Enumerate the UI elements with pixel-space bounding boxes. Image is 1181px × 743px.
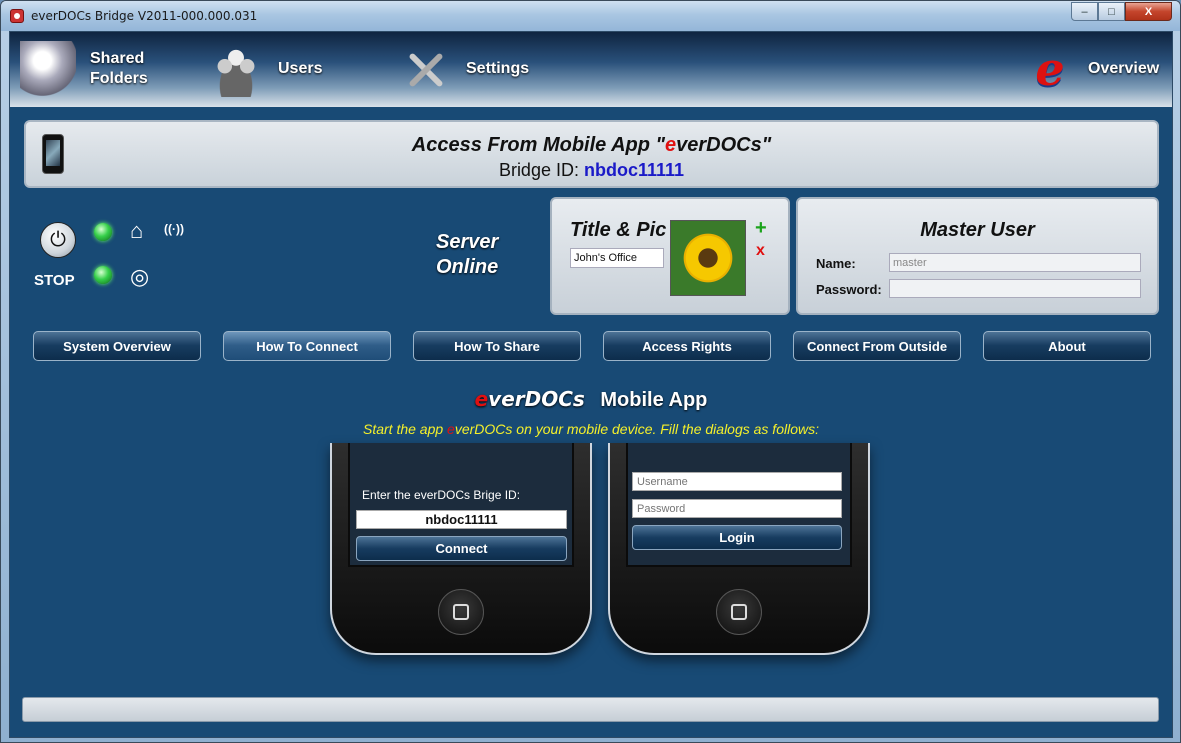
tab-system-overview[interactable]: System Overview bbox=[33, 331, 201, 361]
nav-settings[interactable]: Settings bbox=[396, 38, 529, 100]
name-label: Name: bbox=[816, 256, 856, 271]
master-name-field[interactable] bbox=[889, 253, 1141, 272]
close-button[interactable]: X bbox=[1125, 2, 1172, 21]
phone-login-mockup: Login bbox=[608, 443, 870, 655]
title-bar[interactable]: everDOCs Bridge V2011-000.000.031 – □ X bbox=[1, 1, 1180, 31]
phone-connect-mockup: Enter the everDOCs Brige ID: nbdoc11111 … bbox=[330, 443, 592, 655]
settings-tools-icon bbox=[396, 41, 452, 97]
nav-settings-label: Settings bbox=[466, 60, 530, 77]
title-field[interactable] bbox=[570, 248, 664, 268]
remove-picture-icon[interactable]: x bbox=[756, 242, 765, 260]
everdocs-wordmark: everDOCs bbox=[474, 387, 585, 411]
home-button-icon bbox=[438, 589, 484, 635]
nav-users[interactable]: Users bbox=[208, 38, 322, 100]
users-icon bbox=[208, 41, 264, 97]
tab-how-to-connect[interactable]: How To Connect bbox=[223, 331, 391, 361]
home-button-icon bbox=[716, 589, 762, 635]
phone-username-field bbox=[632, 472, 842, 491]
nav-shared-folders-label: Shared Folders bbox=[90, 50, 148, 87]
nav-users-label: Users bbox=[278, 60, 323, 77]
server-status-area: ⏻ STOP ⌂ ((·)) ◎ Server Online bbox=[24, 200, 544, 320]
app-icon bbox=[10, 9, 24, 23]
home-icon: ⌂ bbox=[130, 218, 144, 243]
server-online-status: Server Online bbox=[436, 231, 499, 278]
status-led-internet bbox=[94, 266, 112, 284]
tab-connect-from-outside[interactable]: Connect From Outside bbox=[793, 331, 961, 361]
phone-password-field bbox=[632, 499, 842, 518]
client-area: Shared Folders Users Settings e Overview… bbox=[9, 31, 1173, 738]
app-window: everDOCs Bridge V2011-000.000.031 – □ X … bbox=[0, 0, 1181, 743]
access-info-panel: Access From Mobile App "everDOCs" Bridge… bbox=[24, 120, 1159, 188]
phone-screen: Enter the everDOCs Brige ID: nbdoc11111 … bbox=[348, 443, 574, 567]
phone-login-button: Login bbox=[632, 525, 842, 550]
master-user-heading: Master User bbox=[920, 219, 1035, 241]
title-pic-heading: Title & Pic bbox=[570, 219, 667, 241]
everdocs-logo-icon: e bbox=[1035, 42, 1065, 96]
phone-screen: Login bbox=[626, 443, 852, 567]
phone-bridge-id-field: nbdoc11111 bbox=[356, 510, 567, 529]
nav-overview-label: Overview bbox=[1088, 60, 1160, 77]
nav-shared-folders[interactable]: Shared Folders bbox=[20, 38, 148, 100]
globe-icon: ◎ bbox=[130, 264, 150, 289]
window-title: everDOCs Bridge V2011-000.000.031 bbox=[31, 9, 258, 23]
phone-connect-button: Connect bbox=[356, 536, 567, 561]
bridge-id-line: Bridge ID: nbdoc11111 bbox=[498, 160, 685, 180]
title-pic-panel: Title & Pic + x bbox=[550, 197, 790, 315]
instruction-text: Start the app everDOCs on your mobile de… bbox=[362, 421, 819, 437]
access-heading: Access From Mobile App "everDOCs" bbox=[411, 134, 772, 156]
status-bar bbox=[22, 697, 1159, 722]
master-user-panel: Master User Name: Password: bbox=[796, 197, 1159, 315]
mobile-app-heading: everDOCs Mobile App bbox=[474, 387, 708, 411]
status-led-lan bbox=[94, 223, 112, 241]
bridge-id-prompt: Enter the everDOCs Brige ID: bbox=[362, 488, 521, 502]
power-button[interactable]: ⏻ bbox=[40, 222, 76, 258]
bridge-id-value: nbdoc11111 bbox=[583, 160, 685, 180]
tab-access-rights[interactable]: Access Rights bbox=[603, 331, 771, 361]
wifi-icon: ((·)) bbox=[164, 222, 184, 236]
password-label: Password: bbox=[816, 282, 882, 297]
shared-folders-icon bbox=[20, 41, 76, 97]
profile-picture[interactable] bbox=[670, 220, 746, 296]
stop-label: STOP bbox=[34, 272, 75, 289]
tab-about[interactable]: About bbox=[983, 331, 1151, 361]
maximize-button[interactable]: □ bbox=[1098, 2, 1125, 21]
nav-overview[interactable]: e Overview bbox=[1022, 38, 1159, 100]
tab-how-to-share[interactable]: How To Share bbox=[413, 331, 581, 361]
minimize-button[interactable]: – bbox=[1071, 2, 1098, 21]
add-picture-icon[interactable]: + bbox=[755, 218, 767, 238]
master-password-field[interactable] bbox=[889, 279, 1141, 298]
top-navigation: Shared Folders Users Settings e Overview bbox=[10, 32, 1172, 107]
